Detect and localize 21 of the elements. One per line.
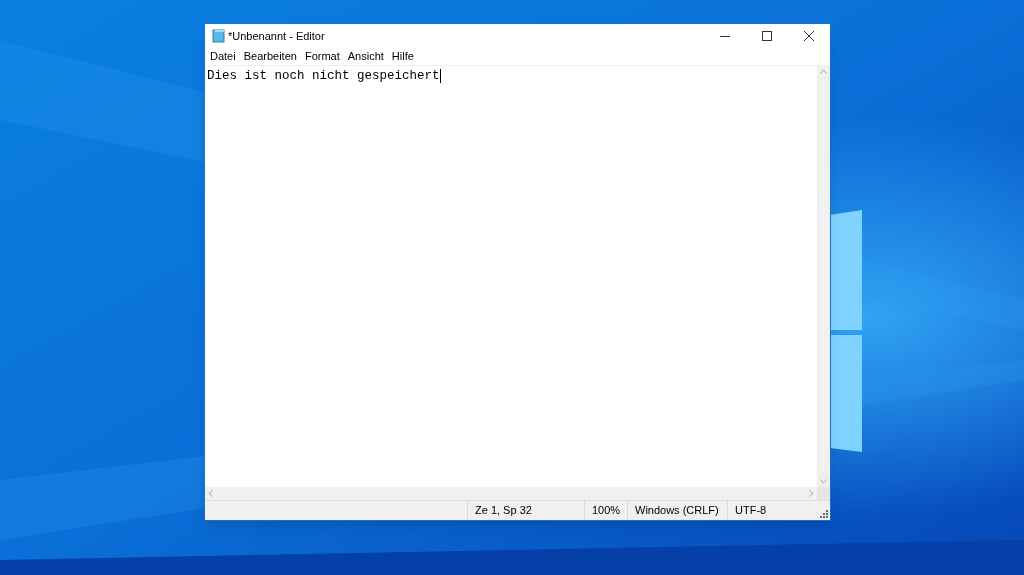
resize-grip-icon[interactable] xyxy=(820,510,828,518)
status-field: UTF-8 xyxy=(727,501,817,520)
status-field: 100% xyxy=(584,501,627,520)
menu-item[interactable]: Bearbeiten xyxy=(239,47,301,66)
maximize-icon xyxy=(762,31,772,41)
status-field: Ze 1, Sp 32 xyxy=(467,501,584,520)
menu-item[interactable]: Datei xyxy=(206,47,240,66)
close-icon xyxy=(804,31,814,41)
editor-text: Dies ist noch nicht gespeichert xyxy=(207,69,441,83)
menu-item[interactable]: Format xyxy=(300,47,344,66)
text-area[interactable]: Dies ist noch nicht gespeichert xyxy=(205,66,817,487)
window-title: *Unbenannt - Editor xyxy=(228,28,325,44)
scroll-down-icon[interactable] xyxy=(820,479,827,484)
menu-item[interactable]: Hilfe xyxy=(387,47,418,66)
status-field: Windows (CRLF) xyxy=(627,501,727,520)
scroll-right-icon[interactable] xyxy=(809,490,814,497)
menu-item[interactable]: Ansicht xyxy=(343,47,388,66)
vertical-scrollbar[interactable] xyxy=(817,66,830,487)
scroll-up-icon[interactable] xyxy=(820,69,827,74)
notepad-icon xyxy=(212,29,226,43)
scroll-left-icon[interactable] xyxy=(208,490,213,497)
